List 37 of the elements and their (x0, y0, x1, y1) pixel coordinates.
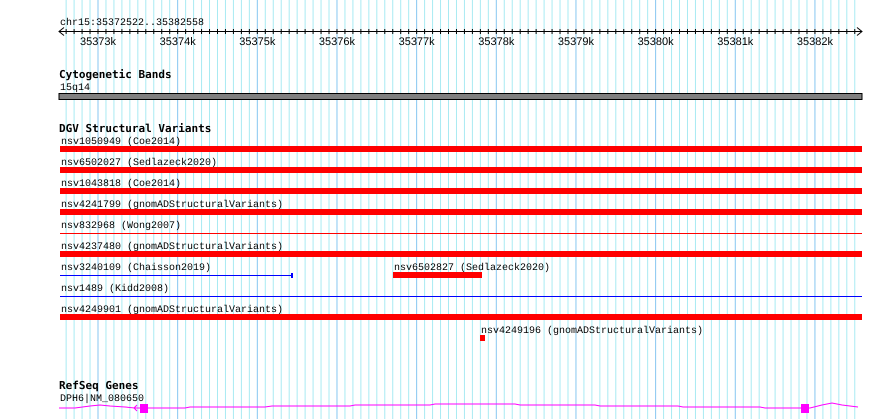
tick-label: 35375k (239, 36, 276, 48)
track-title: DGV Structural Variants (59, 122, 212, 135)
tick-label: 35380k (638, 36, 674, 48)
variant-bar[interactable] (60, 314, 862, 320)
band-label: 15q14 (60, 83, 90, 94)
variant-label[interactable]: nsv3240109 (Chaisson2019) (61, 263, 212, 274)
variant-label[interactable]: nsv4249196 (gnomADStructuralVariants) (481, 326, 704, 337)
variant-bar[interactable] (480, 335, 485, 341)
variant-label[interactable]: nsv6502827 (Sedlazeck2020) (394, 263, 550, 274)
variant-label[interactable]: nsv1043818 (Coe2014) (61, 179, 182, 190)
variant-label[interactable]: nsv4249901 (gnomADStructuralVariants) (61, 305, 284, 316)
gene-label[interactable]: DPH6|NM_080650 (60, 394, 144, 405)
tick-label: 35382k (796, 36, 833, 48)
tick-label: 35373k (80, 36, 116, 48)
tick-label: 35376k (318, 36, 356, 48)
variant-line[interactable] (60, 273, 293, 278)
variant-bar[interactable] (393, 272, 482, 278)
variant-label[interactable]: nsv4237480 (gnomADStructuralVariants) (61, 242, 284, 253)
variant-label[interactable]: nsv1489 (Kidd2008) (61, 284, 170, 295)
region-location: chr15:35372522..35382558 (60, 18, 204, 29)
variant-label[interactable]: nsv832968 (Wong2007) (61, 221, 182, 232)
tick-label: 35377k (398, 36, 435, 48)
variant-bar[interactable] (60, 188, 862, 194)
variant-bar[interactable] (60, 167, 862, 173)
track-title: Cytogenetic Bands (59, 68, 172, 81)
variant-bar[interactable] (60, 146, 862, 152)
tick-label: 35379k (558, 36, 594, 48)
variant-label[interactable]: nsv6502027 (Sedlazeck2020) (61, 158, 218, 169)
gene-model-drawing[interactable] (58, 402, 858, 413)
tick-label: 35378k (478, 36, 514, 48)
track-title: RefSeq Genes (59, 379, 138, 392)
variant-label[interactable]: nsv1050949 (Coe2014) (61, 137, 182, 148)
variant-bar[interactable] (60, 251, 862, 257)
tick-label: 35374k (160, 36, 196, 48)
tick-label: 35381k (717, 36, 754, 48)
variant-label[interactable]: nsv4241799 (gnomADStructuralVariants) (61, 200, 284, 211)
variant-bar[interactable] (60, 209, 862, 215)
